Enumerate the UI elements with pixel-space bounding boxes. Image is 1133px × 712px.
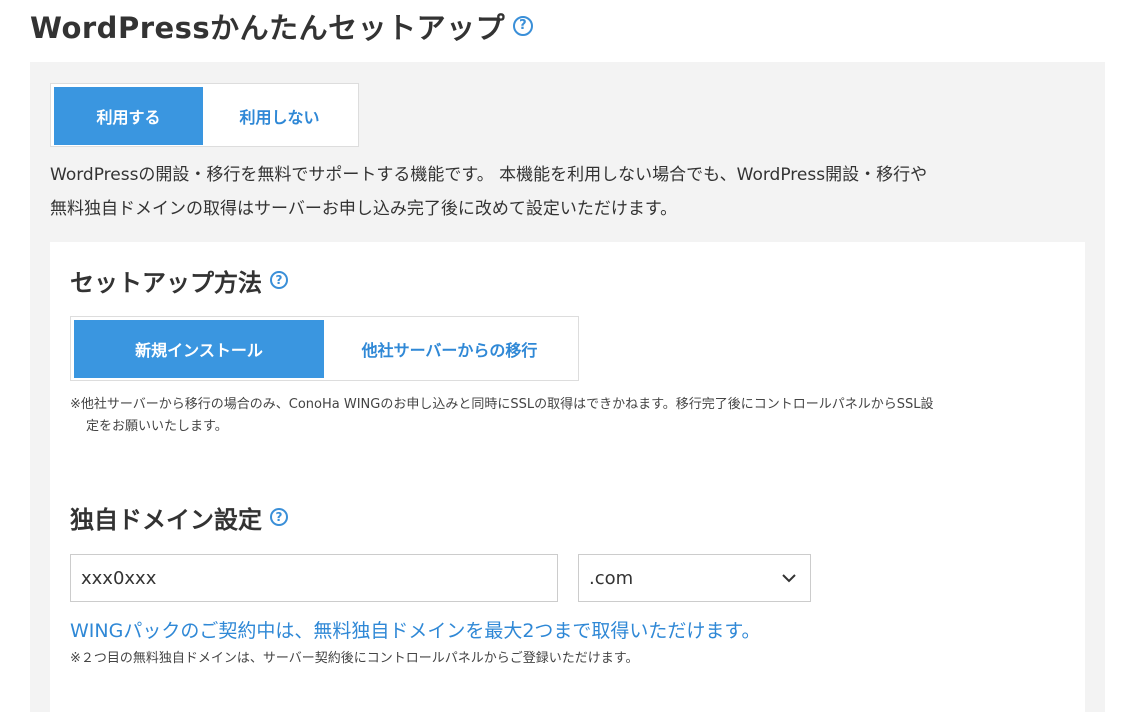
migrate-button[interactable]: 他社サーバーからの移行 xyxy=(324,320,575,378)
description-line-1: WordPressの開設・移行を無料でサポートする機能です。 本機能を利用しない… xyxy=(50,165,928,185)
tld-selected-value: .com xyxy=(589,567,634,589)
new-install-button[interactable]: 新規インストール xyxy=(74,320,324,378)
setup-method-toggle: 新規インストール 他社サーバーからの移行 xyxy=(70,316,579,381)
tld-select[interactable]: .com xyxy=(578,554,811,602)
domain-settings-title: 独自ドメイン設定 ? xyxy=(70,500,288,534)
page-title: WordPressかんたんセットアップ ? xyxy=(30,4,534,48)
setup-method-title: セットアップ方法 ? xyxy=(70,263,288,297)
second-domain-note: ※２つ目の無料独自ドメインは、サーバー契約後にコントロールパネルからご登録いただ… xyxy=(70,651,639,666)
setup-method-title-text: セットアップ方法 xyxy=(70,268,262,297)
setup-options-card: セットアップ方法 ? 新規インストール 他社サーバーからの移行 ※他社サーバーか… xyxy=(50,242,1085,712)
domain-name-input[interactable] xyxy=(70,554,558,602)
description-line-2: 無料独自ドメインの取得はサーバーお申し込み完了後に改めて設定いただけます。 xyxy=(50,199,678,219)
use-button[interactable]: 利用する xyxy=(54,87,203,145)
migration-note-line-2: 定をお願いいたします。 xyxy=(86,419,228,434)
help-icon[interactable]: ? xyxy=(513,16,534,36)
help-icon[interactable]: ? xyxy=(270,271,288,289)
setup-panel: 利用する 利用しない WordPressの開設・移行を無料でサポートする機能です… xyxy=(30,62,1105,712)
migration-note: ※他社サーバーから移行の場合のみ、ConoHa WINGのお申し込みと同時にSS… xyxy=(70,394,1070,438)
free-domain-info: WINGパックのご契約中は、無料独自ドメインを最大2つまで取得いただけます。 xyxy=(70,620,761,642)
page-title-text: WordPressかんたんセットアップ xyxy=(30,11,506,45)
help-icon[interactable]: ? xyxy=(270,508,288,526)
chevron-down-icon xyxy=(782,574,796,583)
domain-settings-title-text: 独自ドメイン設定 xyxy=(70,505,262,534)
feature-description: WordPressの開設・移行を無料でサポートする機能です。 本機能を利用しない… xyxy=(50,158,1095,226)
use-toggle: 利用する 利用しない xyxy=(50,83,359,147)
no-use-button[interactable]: 利用しない xyxy=(203,87,356,145)
migration-note-line-1: ※他社サーバーから移行の場合のみ、ConoHa WINGのお申し込みと同時にSS… xyxy=(70,397,934,412)
